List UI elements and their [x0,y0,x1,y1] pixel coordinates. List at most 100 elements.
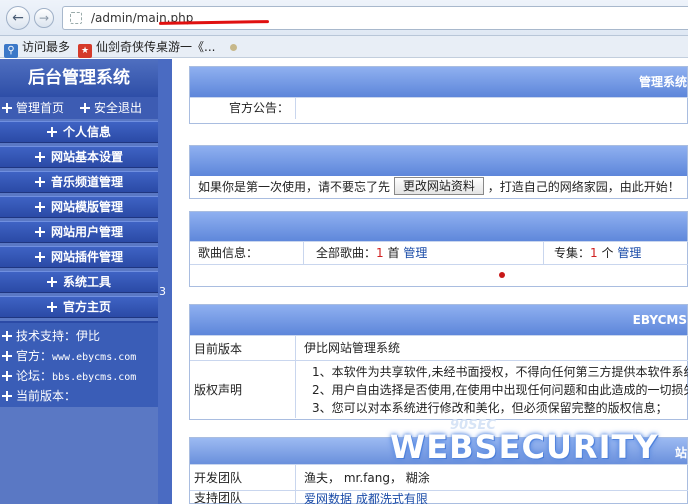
bookmark-most-visited[interactable]: ⚲ 访问最多 [4,39,71,58]
bookmark-label: 访问最多 [22,40,71,54]
welcome-line: 如果你是第一次使用，请不要忘了先 更改网站资料 ，打造自己的网络家园，由此开始！ [198,177,680,197]
info-forum: 论坛：bbs.ebycms.com [0,366,158,386]
albums-cell: 专集：1 个 管理 [544,242,688,264]
version-value: 伊比网站管理系统 [304,341,401,355]
info-label: 论坛： [16,369,53,383]
plus-icon [34,227,45,237]
info-label: 技术支持：伊比 [16,329,101,343]
sidebar-menu: 个人信息 网站基本设置 音乐频道管理 网站模版管理 网站用户管理 网站插件管理 … [0,121,158,321]
menu-label: 网站模版管理 [50,200,123,214]
table-row: 支持团队 爱网数据 成都洗式有限 [190,490,688,504]
bookmark-game[interactable]: ★ 仙剑奇侠传桌游一《... [78,39,215,58]
splitter-toggle[interactable]: 3 [159,285,166,298]
bookmark-icon: ★ [78,44,92,58]
plus-icon [2,391,12,401]
plus-icon [34,177,45,187]
menu-users[interactable]: 网站用户管理 [0,221,158,243]
plus-icon [2,371,12,381]
logout-link[interactable]: 安全退出 [80,97,142,119]
dev-team-value: 渔夫， mr.fang， 糊涂 [304,471,430,485]
plus-icon [46,302,57,312]
menu-official-home[interactable]: 官方主页 [0,296,158,318]
menu-label: 网站插件管理 [50,250,123,264]
manage-songs-link[interactable]: 管理 [403,246,427,260]
table-row: 目前版本 伊比网站管理系统 [190,335,688,360]
panel-header: 管理系统 [190,67,687,97]
bookmarks-bar: ⚲ 访问最多 ★ 仙剑奇侠传桌游一《... [0,36,688,58]
all-songs-count: 1 [376,246,384,260]
panel-header [190,146,687,176]
all-songs-cell: 全部歌曲：1 首 管理 [304,242,544,264]
admin-home-link[interactable]: 管理首页 [2,97,64,119]
table-row: 版权声明 1、本软件为共享软件,未经书面授权，不得向任何第三方提供本软件系统 2… [190,360,688,418]
plus-icon [34,202,45,212]
loading-dot-icon [230,44,237,51]
table-row: 开发团队 渔夫， mr.fang， 糊涂 [190,464,688,490]
menu-plugins[interactable]: 网站插件管理 [0,246,158,268]
info-support: 技术支持：伊比 [0,326,158,346]
support-team-value[interactable]: 爱网数据 成都洗式有限 [296,491,688,504]
search-icon: ⚲ [4,44,18,58]
official-url[interactable]: www.ebycms.com [52,352,136,363]
manage-albums-link[interactable]: 管理 [617,246,641,260]
song-info-label: 歌曲信息： [190,242,304,264]
info-official: 官方：www.ebycms.com [0,346,158,366]
announcement-row: 官方公告： [190,97,688,119]
song-stats-row: 歌曲信息： 全部歌曲：1 首 管理 专集：1 个 管理 [190,241,688,265]
plus-icon [2,351,12,361]
plus-icon [34,252,45,262]
page-icon [70,12,82,24]
all-songs-prefix: 全部歌曲： [316,246,377,260]
menu-system-tools[interactable]: 系统工具 [0,271,158,293]
menu-label: 网站基本设置 [50,150,123,164]
menu-label: 音乐频道管理 [50,175,123,189]
welcome-text-after: ，打造自己的网络家园，由此开始！ [487,180,680,194]
logout-label: 安全退出 [94,101,143,115]
sidebar-top-links: 管理首页 安全退出 [0,97,158,119]
announcement-label: 官方公告： [190,98,296,119]
plus-icon [2,103,12,113]
menu-music-channel[interactable]: 音乐频道管理 [0,171,158,193]
browser-toolbar: ← → /admin/main.php [0,0,688,36]
info-label: 官方： [16,349,53,363]
info-version: 当前版本： [0,386,158,406]
team-table: 开发团队 渔夫， mr.fang， 糊涂 支持团队 爱网数据 成都洗式有限 [190,464,688,504]
menu-label: 系统工具 [62,275,111,289]
redaction-mark [158,20,270,25]
copyright-text: 1、本软件为共享软件,未经书面授权，不得向任何第三方提供本软件系统 2、用户自由… [296,361,688,417]
menu-templates[interactable]: 网站模版管理 [0,196,158,218]
loading-dot-icon [499,272,505,278]
plus-icon [34,152,45,162]
plus-icon [2,331,12,341]
panel-song-stats: 歌曲信息： 全部歌曲：1 首 管理 专集：1 个 管理 [189,211,688,287]
admin-sidebar: 后台管理系统 管理首页 安全退出 个人信息 网站基本设置 音乐频道管理 网站模版… [0,59,172,504]
albums-unit: 个 [601,246,614,260]
all-songs-unit: 首 [387,246,400,260]
frame-splitter[interactable]: 3 [158,59,172,504]
panel-welcome: 如果你是第一次使用，请不要忘了先 更改网站资料 ，打造自己的网络家园，由此开始！ [189,145,688,199]
copyright-line: 3、您可以对本系统进行修改和美化，但必须保留完整的版权信息； [312,401,668,415]
admin-home-label: 管理首页 [16,101,65,115]
info-label: 当前版本： [16,389,77,403]
system-info-table: 目前版本 伊比网站管理系统 版权声明 1、本软件为共享软件,未经书面授权，不得向… [190,335,688,418]
menu-label: 个人信息 [62,125,111,139]
welcome-text-before: 如果你是第一次使用，请不要忘了先 [198,180,391,194]
menu-label: 网站用户管理 [50,225,123,239]
address-bar[interactable]: /admin/main.php [62,6,688,30]
forum-url[interactable]: bbs.ebycms.com [52,372,136,383]
menu-personal-info[interactable]: 个人信息 [0,121,158,143]
panel-header [190,212,687,242]
version-label: 目前版本 [190,336,296,360]
back-arrow-icon[interactable]: ← [6,6,30,30]
copyright-label: 版权声明 [190,361,296,418]
menu-label: 官方主页 [62,300,111,314]
main-frame: 管理系统 官方公告： 如果你是第一次使用，请不要忘了先 更改网站资料 ，打造自己… [180,59,688,504]
sidebar-info: 技术支持：伊比 官方：www.ebycms.com 论坛：bbs.ebycms.… [0,321,158,407]
edit-site-info-button[interactable]: 更改网站资料 [393,177,484,195]
menu-site-settings[interactable]: 网站基本设置 [0,146,158,168]
panel-team: 站 开发团队 渔夫， mr.fang， 糊涂 支持团队 爱网数据 成都洗式有限 [189,437,688,504]
plus-icon [46,127,57,137]
forward-arrow-icon[interactable]: → [34,8,54,28]
support-team-label: 支持团队 [190,491,296,504]
copyright-line: 1、本软件为共享软件,未经书面授权，不得向任何第三方提供本软件系统 [312,365,688,379]
